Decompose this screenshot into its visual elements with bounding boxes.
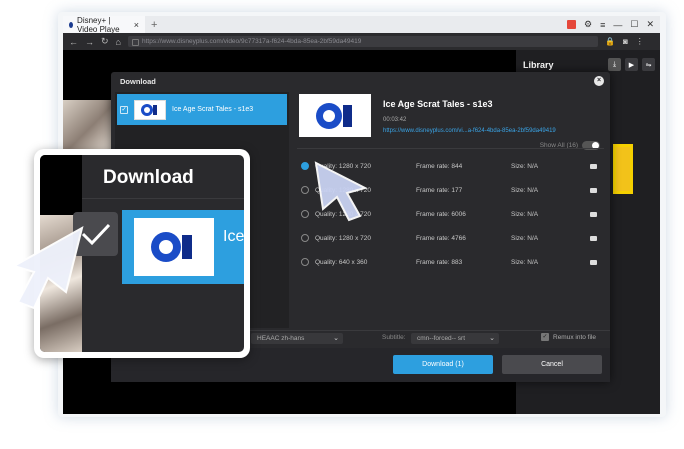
zoom-thumbnail [134, 218, 214, 276]
back-icon[interactable]: ← [69, 37, 78, 47]
quality-radio[interactable] [301, 258, 309, 266]
video-preview [299, 94, 371, 137]
checkbox[interactable]: ✓ [120, 105, 128, 114]
hand-cursor-icon [11, 225, 84, 310]
camera-icon[interactable]: ◙ [623, 37, 628, 46]
video-thumbnail [134, 99, 166, 120]
video-title: Ice Age Scrat Tales - s1e3 [383, 99, 493, 109]
quality-row[interactable]: Quality: 640 x 360 Frame rate: 883 Size:… [299, 256, 602, 268]
audio-select[interactable]: HEAAC zh-hans ⌄ [251, 333, 343, 344]
subtitle-select[interactable]: cmn--forced-- srt ⌄ [411, 333, 499, 344]
quality-radio[interactable] [301, 162, 309, 170]
ice-logo-icon [141, 103, 157, 116]
download-button[interactable]: Download (1) [393, 355, 493, 374]
divider [297, 148, 604, 149]
window-controls: ⚙ ≡ — ☐ ✕ [567, 16, 660, 33]
quality-radio[interactable] [301, 210, 309, 218]
browser-tab[interactable]: Disney+ | Video Playe × [63, 16, 145, 34]
menu-icon[interactable]: ≡ [600, 20, 605, 30]
reload-icon[interactable]: ↻ [101, 36, 109, 47]
play-icon[interactable] [590, 163, 597, 169]
subtitle-value: cmn--forced-- srt [417, 335, 466, 342]
dialog-title: Download [120, 77, 156, 86]
size-label: Size: N/A [511, 186, 539, 194]
convert-icon[interactable]: ⇋ [642, 58, 655, 71]
gift-icon[interactable] [567, 20, 577, 29]
video-duration: 00:03:42 [383, 117, 407, 123]
library-thumbnail [613, 144, 633, 194]
quality-label: Quality: 1280 x 720 [315, 234, 372, 242]
list-item-label: Ice Age Scrat Tales - s1e3 [172, 106, 254, 113]
play-icon[interactable] [590, 235, 597, 241]
frame-rate-label: Frame rate: 883 [416, 258, 463, 266]
more-icon[interactable]: ⋮ [636, 37, 644, 46]
subtitle-label: Subtitle: [382, 334, 406, 341]
new-tab-icon[interactable]: + [151, 19, 157, 31]
remux-option[interactable]: ✓ Remux into file [541, 333, 596, 341]
frame-rate-label: Frame rate: 177 [416, 186, 463, 194]
close-dialog-icon[interactable]: × [594, 76, 604, 86]
chevron-down-icon: ⌄ [333, 335, 339, 342]
size-label: Size: N/A [511, 162, 539, 170]
lock-icon[interactable]: 🔒 [605, 37, 615, 46]
disney-favicon-icon [69, 21, 74, 28]
close-window-icon[interactable]: ✕ [646, 19, 654, 30]
library-title: Library [523, 60, 554, 70]
audio-value: HEAAC zh-hans [257, 335, 305, 342]
title-bar: Disney+ | Video Playe × + ⚙ ≡ — ☐ ✕ [63, 16, 660, 34]
address-bar[interactable]: https://www.disneyplus.com/video/9c77317… [127, 36, 598, 47]
zoom-background [40, 155, 82, 215]
play-icon[interactable] [590, 187, 597, 193]
nav-bar: ← → ↻ ⌂ https://www.disneyplus.com/video… [63, 33, 660, 50]
forward-icon[interactable]: → [85, 37, 94, 47]
quality-row[interactable]: Quality: 1280 x 720 Frame rate: 4766 Siz… [299, 232, 602, 244]
tab-title: Disney+ | Video Playe [77, 16, 120, 34]
frame-rate-label: Frame rate: 6006 [416, 210, 466, 218]
ice-logo-icon [316, 102, 352, 129]
close-tab-icon[interactable]: × [134, 20, 139, 30]
settings-icon[interactable]: ⚙ [584, 19, 592, 30]
zoom-title: Download [103, 167, 194, 188]
size-label: Size: N/A [511, 234, 539, 242]
size-label: Size: N/A [511, 210, 539, 218]
quality-label: Quality: 640 x 360 [315, 258, 368, 266]
frame-rate-label: Frame rate: 844 [416, 162, 463, 170]
video-icon[interactable]: ▶ [625, 58, 638, 71]
quality-radio[interactable] [301, 186, 309, 194]
zoom-item-label: Ice [223, 228, 244, 245]
quality-radio[interactable] [301, 234, 309, 242]
home-icon[interactable]: ⌂ [116, 37, 121, 47]
size-label: Size: N/A [511, 258, 539, 266]
minimize-icon[interactable]: — [613, 20, 622, 30]
remux-label: Remux into file [553, 333, 596, 341]
remux-checkbox[interactable]: ✓ [541, 333, 549, 341]
chevron-down-icon: ⌄ [489, 335, 495, 342]
ice-logo-icon [151, 232, 192, 262]
cancel-button[interactable]: Cancel [502, 355, 602, 374]
frame-rate-label: Frame rate: 4766 [416, 234, 466, 242]
play-icon[interactable] [590, 211, 597, 217]
play-icon[interactable] [590, 259, 597, 265]
list-item[interactable]: ✓ Ice Age Scrat Tales - s1e3 [117, 94, 287, 125]
hand-cursor-icon [314, 161, 368, 222]
maximize-icon[interactable]: ☐ [630, 19, 638, 30]
video-link[interactable]: https://www.disneyplus.com/vi...a-f624-4… [383, 128, 556, 134]
divider [82, 198, 244, 199]
download-icon[interactable]: ⤓ [608, 58, 621, 71]
